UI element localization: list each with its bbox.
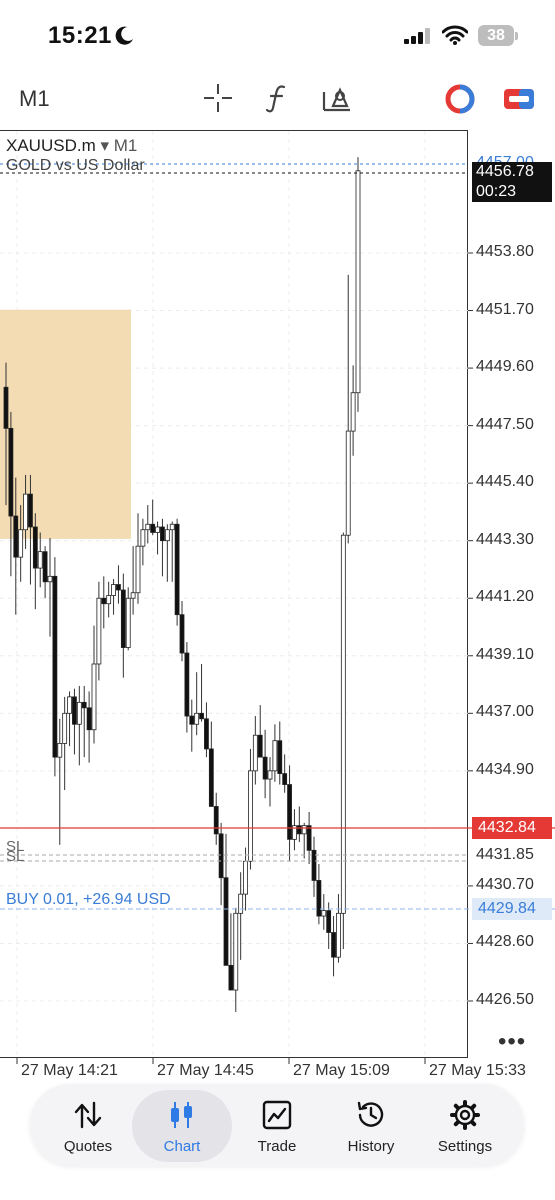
nav-history[interactable]: History	[321, 1090, 421, 1162]
nav-settings[interactable]: Settings	[415, 1090, 515, 1162]
battery-cap	[515, 32, 518, 40]
nav-history-label: History	[347, 1138, 395, 1155]
signal-icon	[404, 28, 430, 44]
nav-quotes-label: Quotes	[63, 1138, 113, 1155]
buy-price-tag: 4429.84	[472, 898, 552, 920]
price-axis-label: 4437.00	[476, 703, 534, 721]
buy-position-label[interactable]: BUY 0.01, +26.94 USD	[6, 891, 171, 909]
time-axis-label: 27 May 15:09	[293, 1062, 390, 1079]
status-time: 15:21	[48, 22, 112, 49]
symbol-label: XAUUSD.m ▾ M1	[6, 136, 138, 155]
price-axis-label: 4445.40	[476, 473, 534, 491]
last-price: 4456.78	[476, 163, 534, 180]
price-axis-label: 4430.70	[476, 875, 534, 893]
price-axis-label: 4441.20	[476, 588, 534, 606]
price-axis-label: 4439.10	[476, 645, 534, 663]
price-axis-label: 4451.70	[476, 300, 534, 318]
price-axis-label: 4447.50	[476, 415, 534, 433]
price-axis-label: 4428.60	[476, 933, 534, 951]
current-price-tag: 4432.84	[472, 817, 552, 839]
price-axis-label: 4443.30	[476, 530, 534, 548]
time-axis-label: 27 May 14:45	[157, 1062, 254, 1079]
nav-chart[interactable]: Chart	[132, 1090, 232, 1162]
time-axis-label: 27 May 14:21	[21, 1062, 118, 1079]
moon-icon	[115, 26, 133, 45]
nav-quotes[interactable]: Quotes	[38, 1090, 138, 1162]
nav-settings-label: Settings	[437, 1138, 493, 1155]
symbol-description: GOLD vs US Dollar	[6, 157, 145, 174]
price-axis-label: 4449.60	[476, 358, 534, 376]
chart-icon	[171, 1102, 192, 1128]
wifi-icon	[442, 25, 468, 45]
trade-icon	[262, 1100, 292, 1130]
sl-price-tag: 4431.85	[476, 846, 534, 863]
chart-area[interactable]	[0, 130, 468, 1058]
nav-trade-label: Trade	[257, 1138, 297, 1155]
gear-icon	[450, 1100, 480, 1130]
price-axis-label: 4453.80	[476, 243, 534, 260]
sl-line-label[interactable]: SL	[6, 848, 24, 865]
battery-indicator: 38	[478, 25, 514, 46]
one-click-trading-icon[interactable]	[445, 84, 475, 114]
history-icon	[357, 1101, 384, 1127]
more-icon[interactable]: •••	[498, 1028, 526, 1056]
price-axis-label: 4426.50	[476, 991, 534, 1008]
price-axis-label: 4434.90	[476, 760, 534, 778]
time-axis-label: 27 May 15:33	[429, 1062, 526, 1079]
crosshair-icon[interactable]	[202, 82, 234, 114]
timeframe-button[interactable]: M1	[19, 86, 50, 112]
trade-panel-icon[interactable]	[503, 85, 535, 113]
bar-countdown: 00:23	[476, 183, 517, 200]
indicators-icon[interactable]	[262, 82, 292, 114]
top-partial-price: 4457.00	[476, 153, 534, 162]
nav-trade[interactable]: Trade	[227, 1090, 327, 1162]
objects-icon[interactable]	[320, 82, 354, 114]
nav-chart-label: Chart	[163, 1138, 201, 1155]
quotes-icon	[74, 1101, 102, 1129]
